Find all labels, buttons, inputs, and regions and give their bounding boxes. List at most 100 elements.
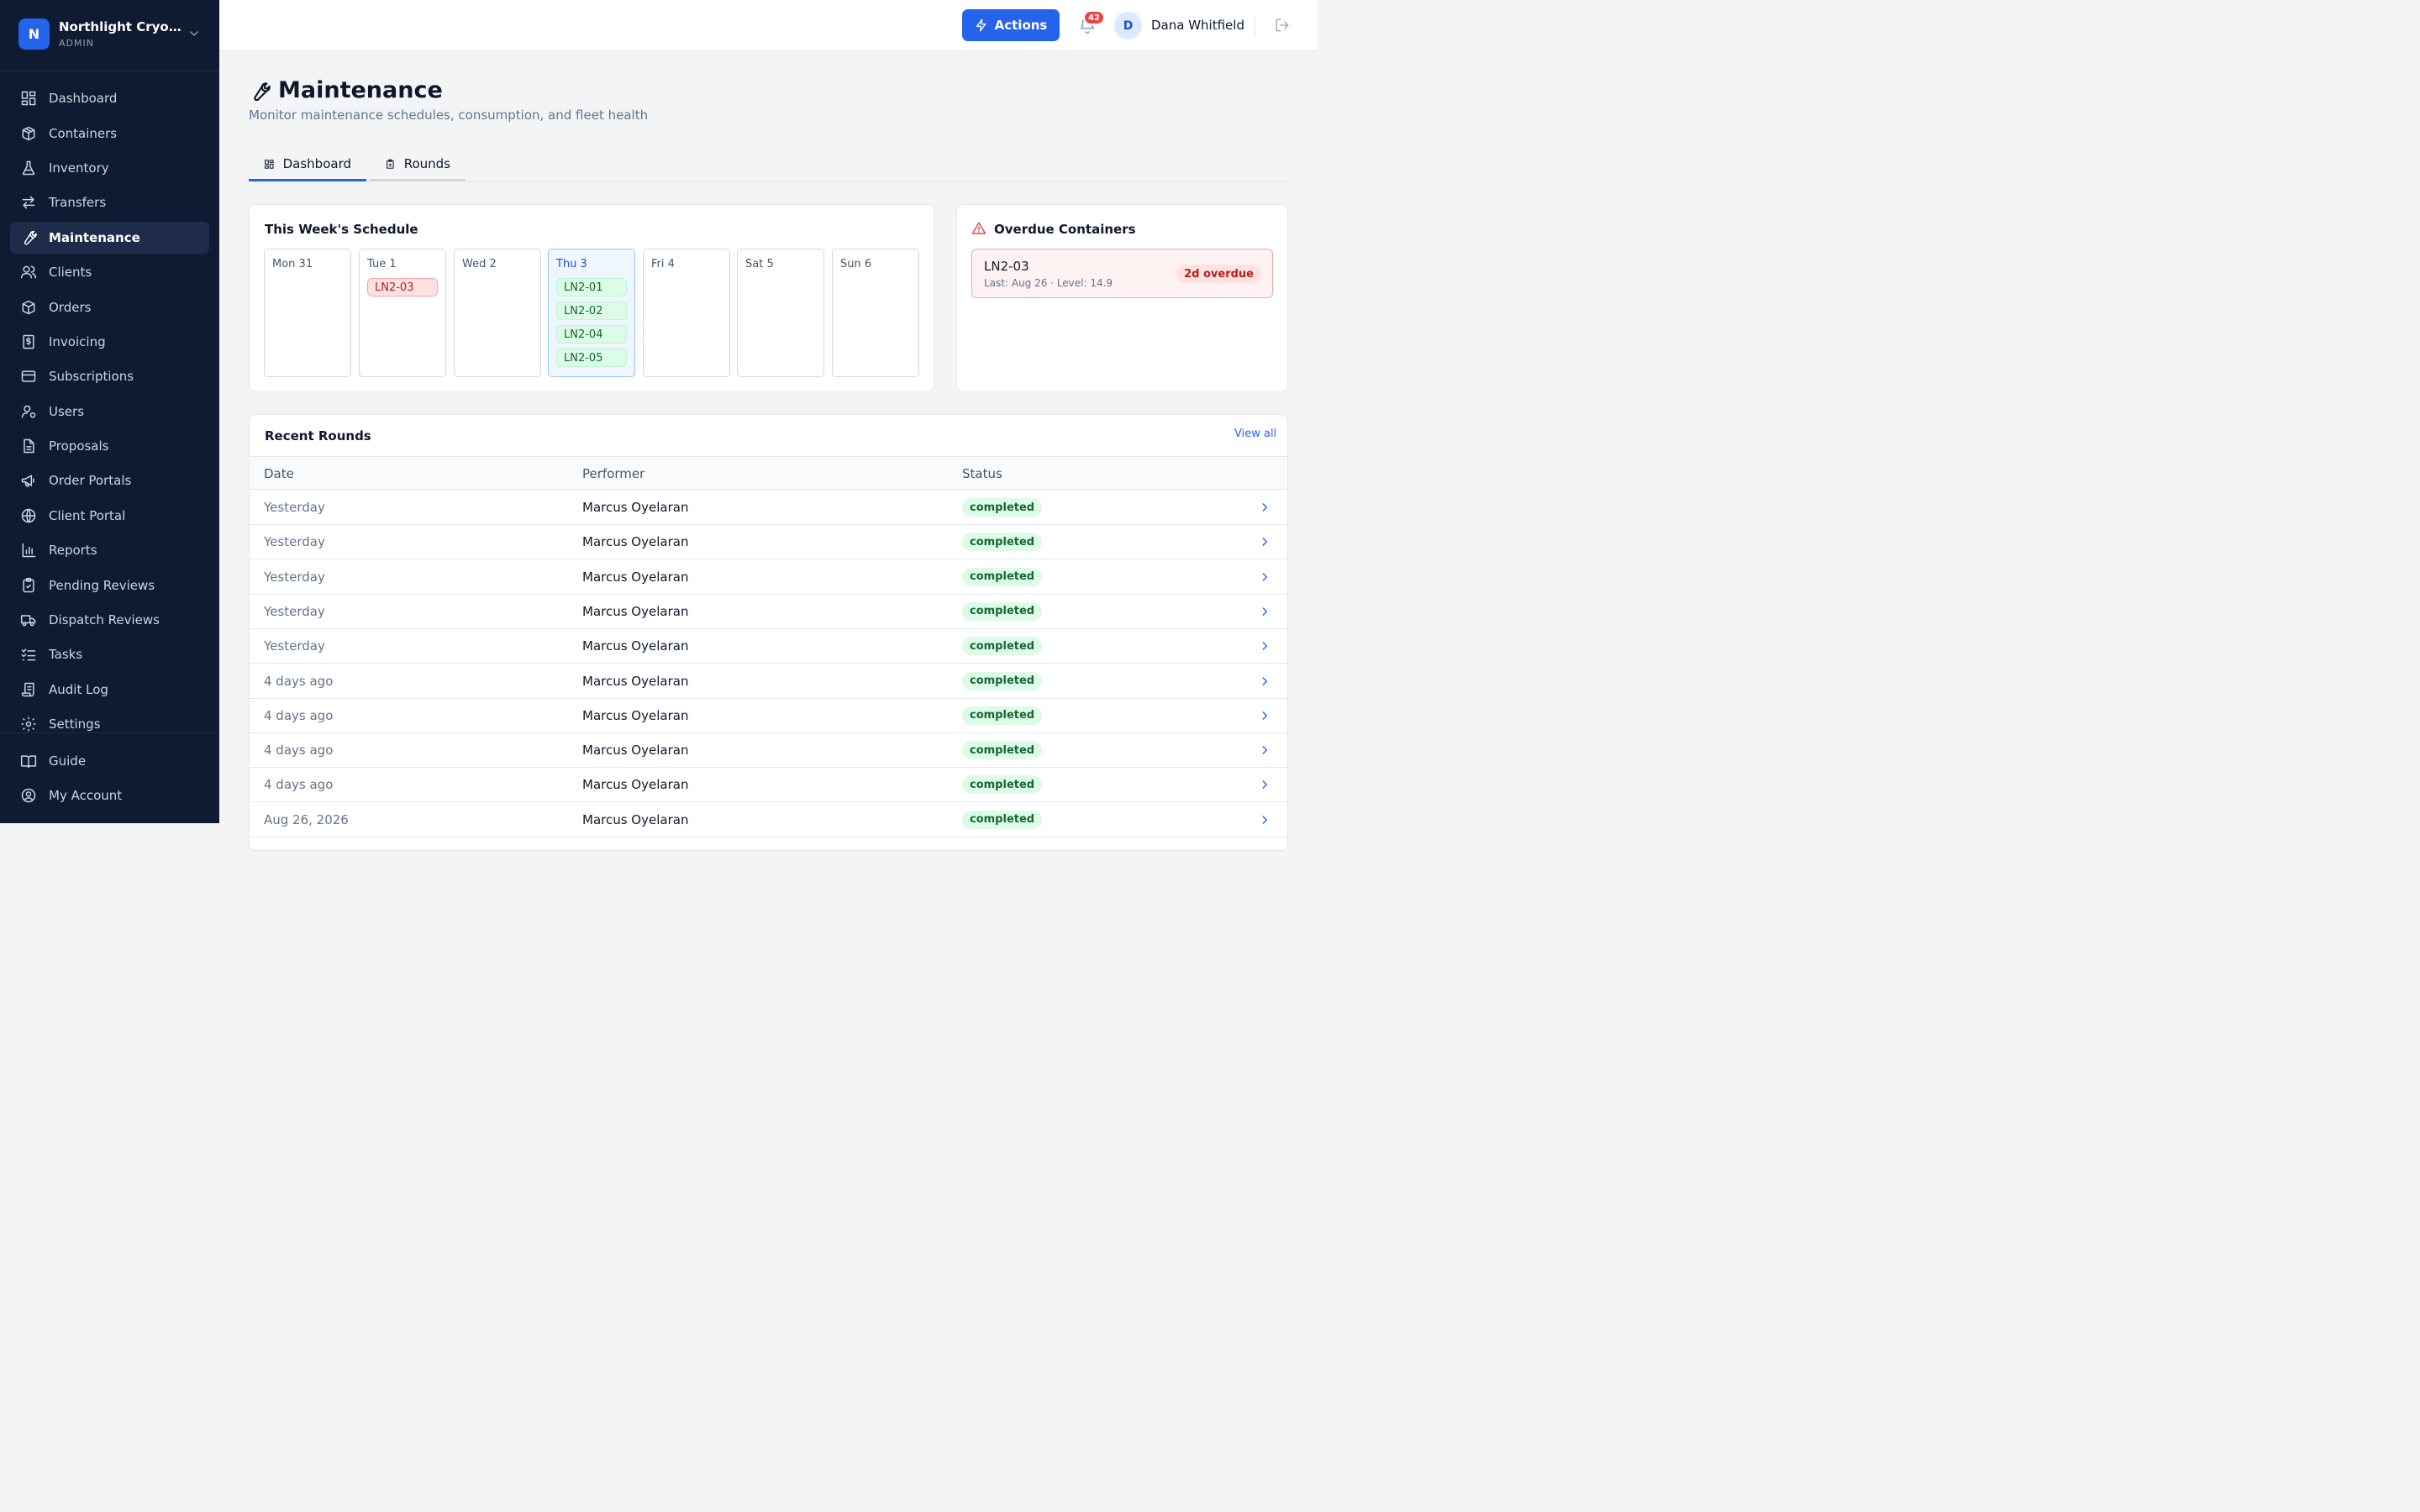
schedule-title: This Week's Schedule xyxy=(265,222,418,237)
user-name[interactable]: Dana Whitfield xyxy=(1151,18,1244,33)
table-row[interactable]: Aug 26, 2026 Marcus Oyelaran completed xyxy=(250,802,1287,837)
tab-label: Rounds xyxy=(403,156,450,171)
actions-button[interactable]: Actions xyxy=(962,9,1060,41)
chevron-right-icon[interactable] xyxy=(1259,814,1270,826)
column-header-status: Status xyxy=(962,466,1002,481)
sidebar-item-clients[interactable]: Clients xyxy=(10,256,209,288)
sidebar-item-audit-log[interactable]: Audit Log xyxy=(10,674,209,706)
overdue-badge: 2d overdue xyxy=(1176,265,1261,283)
schedule-day-today: Thu 3 LN2-01 LN2-02 LN2-04 LN2-05 xyxy=(548,249,635,377)
schedule-chip[interactable]: LN2-04 xyxy=(556,325,627,344)
row-performer: Marcus Oyelaran xyxy=(582,569,689,585)
chevron-right-icon[interactable] xyxy=(1259,710,1270,722)
schedule-chip[interactable]: LN2-02 xyxy=(556,302,627,320)
status-badge: completed xyxy=(962,741,1043,760)
row-performer: Marcus Oyelaran xyxy=(582,534,689,550)
sidebar-item-maintenance[interactable]: Maintenance xyxy=(10,222,209,254)
sidebar-item-inventory[interactable]: Inventory xyxy=(10,152,209,184)
table-row[interactable]: Yesterday Marcus Oyelaran completed xyxy=(250,525,1287,560)
chevron-right-icon[interactable] xyxy=(1259,744,1270,756)
notification-count-badge: 42 xyxy=(1083,10,1105,25)
row-date: Yesterday xyxy=(264,500,325,515)
table-row[interactable]: 4 days ago Marcus Oyelaran completed xyxy=(250,698,1287,733)
chevron-down-icon xyxy=(190,31,198,36)
chevron-right-icon[interactable] xyxy=(1259,640,1270,652)
table-row[interactable]: 4 days ago Marcus Oyelaran completed xyxy=(250,733,1287,769)
org-switcher[interactable]: N Northlight Cryoba... ADMIN xyxy=(0,0,219,71)
tab-dashboard[interactable]: Dashboard xyxy=(249,149,366,181)
sidebar-item-dispatch-reviews[interactable]: Dispatch Reviews xyxy=(10,604,209,636)
sidebar-item-label: Dashboard xyxy=(49,91,118,106)
sidebar-item-settings[interactable]: Settings xyxy=(10,708,209,740)
row-performer: Marcus Oyelaran xyxy=(582,811,689,827)
chevron-right-icon[interactable] xyxy=(1259,571,1270,583)
chevron-right-icon[interactable] xyxy=(1259,779,1270,790)
truck-icon xyxy=(20,615,36,627)
sidebar-item-label: Settings xyxy=(49,717,101,732)
sidebar-item-pending-reviews[interactable]: Pending Reviews xyxy=(10,570,209,601)
scroll-icon xyxy=(21,682,34,697)
tab-rounds[interactable]: Rounds xyxy=(370,149,466,181)
schedule-day: Mon 31 xyxy=(264,249,351,377)
sidebar-item-my-account[interactable]: My Account xyxy=(10,780,209,811)
sidebar-divider xyxy=(0,732,219,733)
chevron-right-icon[interactable] xyxy=(1259,501,1270,513)
status-badge: completed xyxy=(962,706,1043,725)
package-icon xyxy=(22,300,35,315)
sidebar-item-tasks[interactable]: Tasks xyxy=(10,638,209,670)
logout-icon[interactable] xyxy=(1275,18,1290,33)
sidebar-item-label: Transfers xyxy=(49,195,107,210)
status-badge: completed xyxy=(962,775,1043,795)
recent-rounds-title: Recent Rounds xyxy=(265,428,371,444)
sidebar-item-containers[interactable]: Containers xyxy=(10,118,209,150)
status-badge: completed xyxy=(962,498,1043,517)
sidebar-item-label: Pending Reviews xyxy=(49,578,155,593)
row-performer: Marcus Oyelaran xyxy=(582,743,689,759)
org-role: ADMIN xyxy=(59,38,94,49)
overdue-container-name: LN2-03 xyxy=(984,259,1029,274)
sidebar-item-reports[interactable]: Reports xyxy=(10,534,209,566)
view-all-link[interactable]: View all xyxy=(1234,428,1276,440)
sidebar-item-label: Subscriptions xyxy=(49,369,134,384)
sidebar-item-label: Order Portals xyxy=(49,473,132,488)
table-row[interactable]: Yesterday Marcus Oyelaran completed xyxy=(250,594,1287,629)
sidebar-item-client-portal[interactable]: Client Portal xyxy=(10,500,209,532)
table-row[interactable]: Yesterday Marcus Oyelaran completed xyxy=(250,629,1287,664)
schedule-day: Sun 6 xyxy=(832,249,919,377)
sidebar-item-subscriptions[interactable]: Subscriptions xyxy=(10,360,209,392)
page-title: Maintenance xyxy=(278,77,443,103)
row-date: Yesterday xyxy=(264,569,325,585)
schedule-chip[interactable]: LN2-01 xyxy=(556,278,627,297)
schedule-chip[interactable]: LN2-05 xyxy=(556,349,627,367)
dashboard-icon xyxy=(21,91,36,106)
sidebar-item-users[interactable]: Users xyxy=(10,396,209,428)
chevron-right-icon[interactable] xyxy=(1259,536,1270,548)
table-row[interactable]: 4 days ago Marcus Oyelaran completed xyxy=(250,768,1287,803)
chevron-right-icon[interactable] xyxy=(1259,675,1270,687)
sidebar-item-label: Audit Log xyxy=(49,682,108,697)
sidebar-item-transfers[interactable]: Transfers xyxy=(10,186,209,218)
user-avatar[interactable]: D xyxy=(1114,12,1142,39)
sidebar-item-orders[interactable]: Orders xyxy=(10,291,209,323)
overdue-item[interactable]: LN2-03 Last: Aug 26 · Level: 14.9 2d ove… xyxy=(971,249,1273,298)
sidebar-item-dashboard[interactable]: Dashboard xyxy=(10,82,209,114)
status-badge: completed xyxy=(962,601,1043,621)
sidebar-item-guide[interactable]: Guide xyxy=(10,745,209,777)
sidebar-item-label: Inventory xyxy=(49,160,109,176)
table-row[interactable]: Yesterday Marcus Oyelaran completed xyxy=(250,559,1287,595)
schedule-chip-overdue[interactable]: LN2-03 xyxy=(367,278,438,297)
table-row[interactable]: 4 days ago Marcus Oyelaran completed xyxy=(250,664,1287,699)
row-date: Yesterday xyxy=(264,534,325,550)
sidebar-item-order-portals[interactable]: Order Portals xyxy=(10,465,209,496)
org-name: Northlight Cryoba... xyxy=(59,19,185,34)
chevron-right-icon[interactable] xyxy=(1259,606,1270,617)
table-row[interactable]: Yesterday Marcus Oyelaran completed xyxy=(250,491,1287,525)
sidebar-item-invoicing[interactable]: Invoicing xyxy=(10,326,209,358)
status-badge: completed xyxy=(962,810,1043,829)
row-date: 4 days ago xyxy=(264,743,334,759)
day-label: Sat 5 xyxy=(745,258,774,270)
user-cog-icon xyxy=(21,405,36,418)
sidebar-item-proposals[interactable]: Proposals xyxy=(10,430,209,462)
credit-card-icon xyxy=(21,370,36,382)
row-performer: Marcus Oyelaran xyxy=(582,777,689,793)
